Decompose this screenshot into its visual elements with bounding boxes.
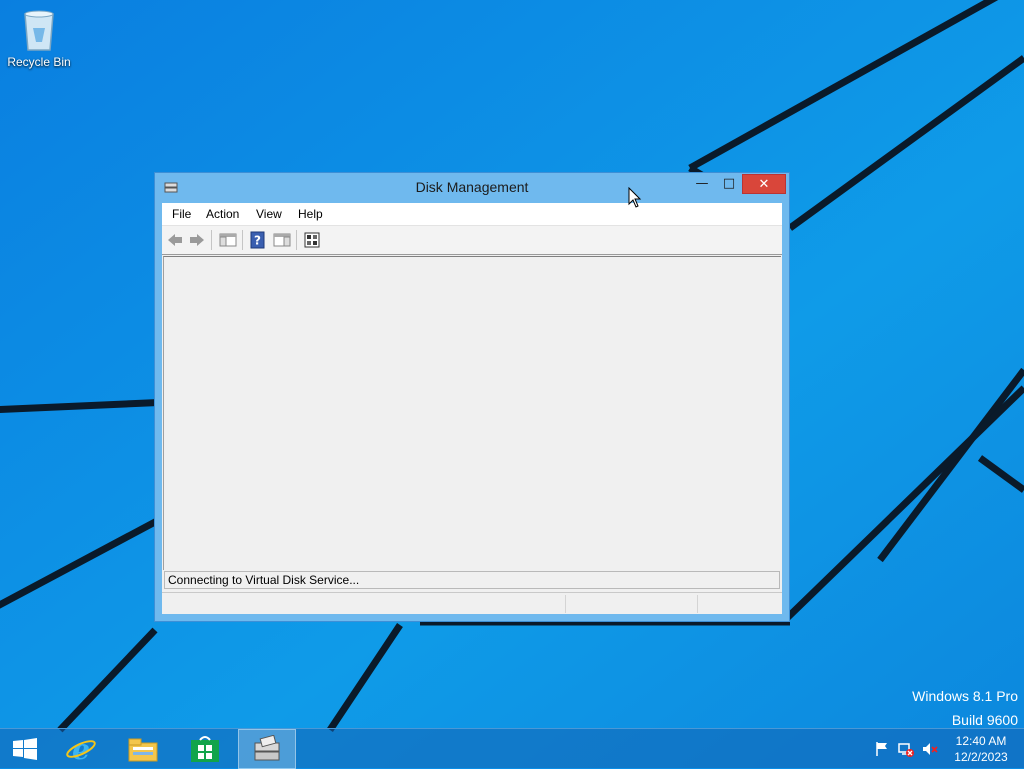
- mouse-cursor-icon: [628, 187, 642, 208]
- close-button[interactable]: ✕: [742, 174, 786, 194]
- status-bar-cell: [697, 595, 784, 613]
- status-bar: [162, 592, 782, 615]
- minimize-button[interactable]: —: [689, 174, 715, 194]
- menu-bar: File Action View Help: [162, 203, 782, 226]
- taskbar-file-explorer[interactable]: [114, 729, 172, 769]
- store-icon: [191, 736, 219, 762]
- status-message: Connecting to Virtual Disk Service...: [168, 573, 360, 587]
- action-center-flag-icon[interactable]: [874, 741, 890, 757]
- window-client-area: File Action View Help ? Connecting to Vi…: [162, 203, 782, 614]
- taskbar-store[interactable]: [176, 729, 234, 769]
- svg-text:e: e: [72, 734, 90, 764]
- forward-arrow-icon[interactable]: [188, 231, 206, 249]
- start-icon: [13, 738, 37, 760]
- maximize-icon: □: [722, 176, 736, 191]
- clock-time: 12:40 AM: [955, 734, 1007, 748]
- show-hide-console-tree-icon[interactable]: [219, 231, 237, 249]
- toolbar-separator: [242, 230, 243, 250]
- file-explorer-icon: [128, 738, 158, 762]
- disk-management-taskbar-icon: [254, 735, 280, 761]
- toolbar: ?: [162, 226, 782, 255]
- title-bar[interactable]: Disk Management — □ ✕: [155, 173, 789, 203]
- network-disconnected-icon[interactable]: [898, 741, 914, 757]
- minimize-icon: —: [695, 176, 709, 191]
- close-icon: ✕: [758, 177, 770, 192]
- properties-icon[interactable]: [303, 231, 321, 249]
- watermark-edition: Windows 8.1 Pro: [912, 688, 1018, 704]
- svg-text:?: ?: [254, 234, 261, 248]
- recycle-bin-label: Recycle Bin: [7, 55, 71, 69]
- clock-date: 12/2/2023: [954, 750, 1008, 764]
- maximize-button[interactable]: □: [716, 174, 742, 194]
- taskbar-internet-explorer[interactable]: e: [52, 729, 110, 769]
- toolbar-separator: [296, 230, 297, 250]
- volume-muted-icon[interactable]: [922, 741, 938, 757]
- menu-help[interactable]: Help: [298, 207, 323, 221]
- menu-view[interactable]: View: [256, 207, 282, 221]
- disk-management-window[interactable]: Disk Management — □ ✕ File Action View H…: [154, 172, 790, 622]
- start-button[interactable]: [0, 729, 50, 769]
- taskbar: e 12:40 AM 12/2/2023: [0, 728, 1024, 769]
- status-bar-cell: [565, 595, 696, 613]
- status-message-bar: Connecting to Virtual Disk Service...: [164, 571, 780, 589]
- console-pane: [163, 256, 781, 570]
- show-hide-action-pane-icon[interactable]: [273, 231, 291, 249]
- help-icon[interactable]: ?: [249, 231, 267, 249]
- internet-explorer-icon: e: [66, 734, 96, 764]
- taskbar-disk-management[interactable]: [238, 729, 296, 769]
- windows-version-watermark: Windows 8.1 Pro Build 9600: [912, 684, 1018, 732]
- menu-file[interactable]: File: [172, 207, 191, 221]
- menu-action[interactable]: Action: [206, 207, 239, 221]
- recycle-bin-icon: [24, 10, 54, 51]
- toolbar-separator: [211, 230, 212, 250]
- taskbar-clock[interactable]: 12:40 AM 12/2/2023: [948, 733, 1014, 765]
- back-arrow-icon[interactable]: [166, 231, 184, 249]
- desktop-icon-recycle-bin[interactable]: Recycle Bin: [4, 6, 74, 69]
